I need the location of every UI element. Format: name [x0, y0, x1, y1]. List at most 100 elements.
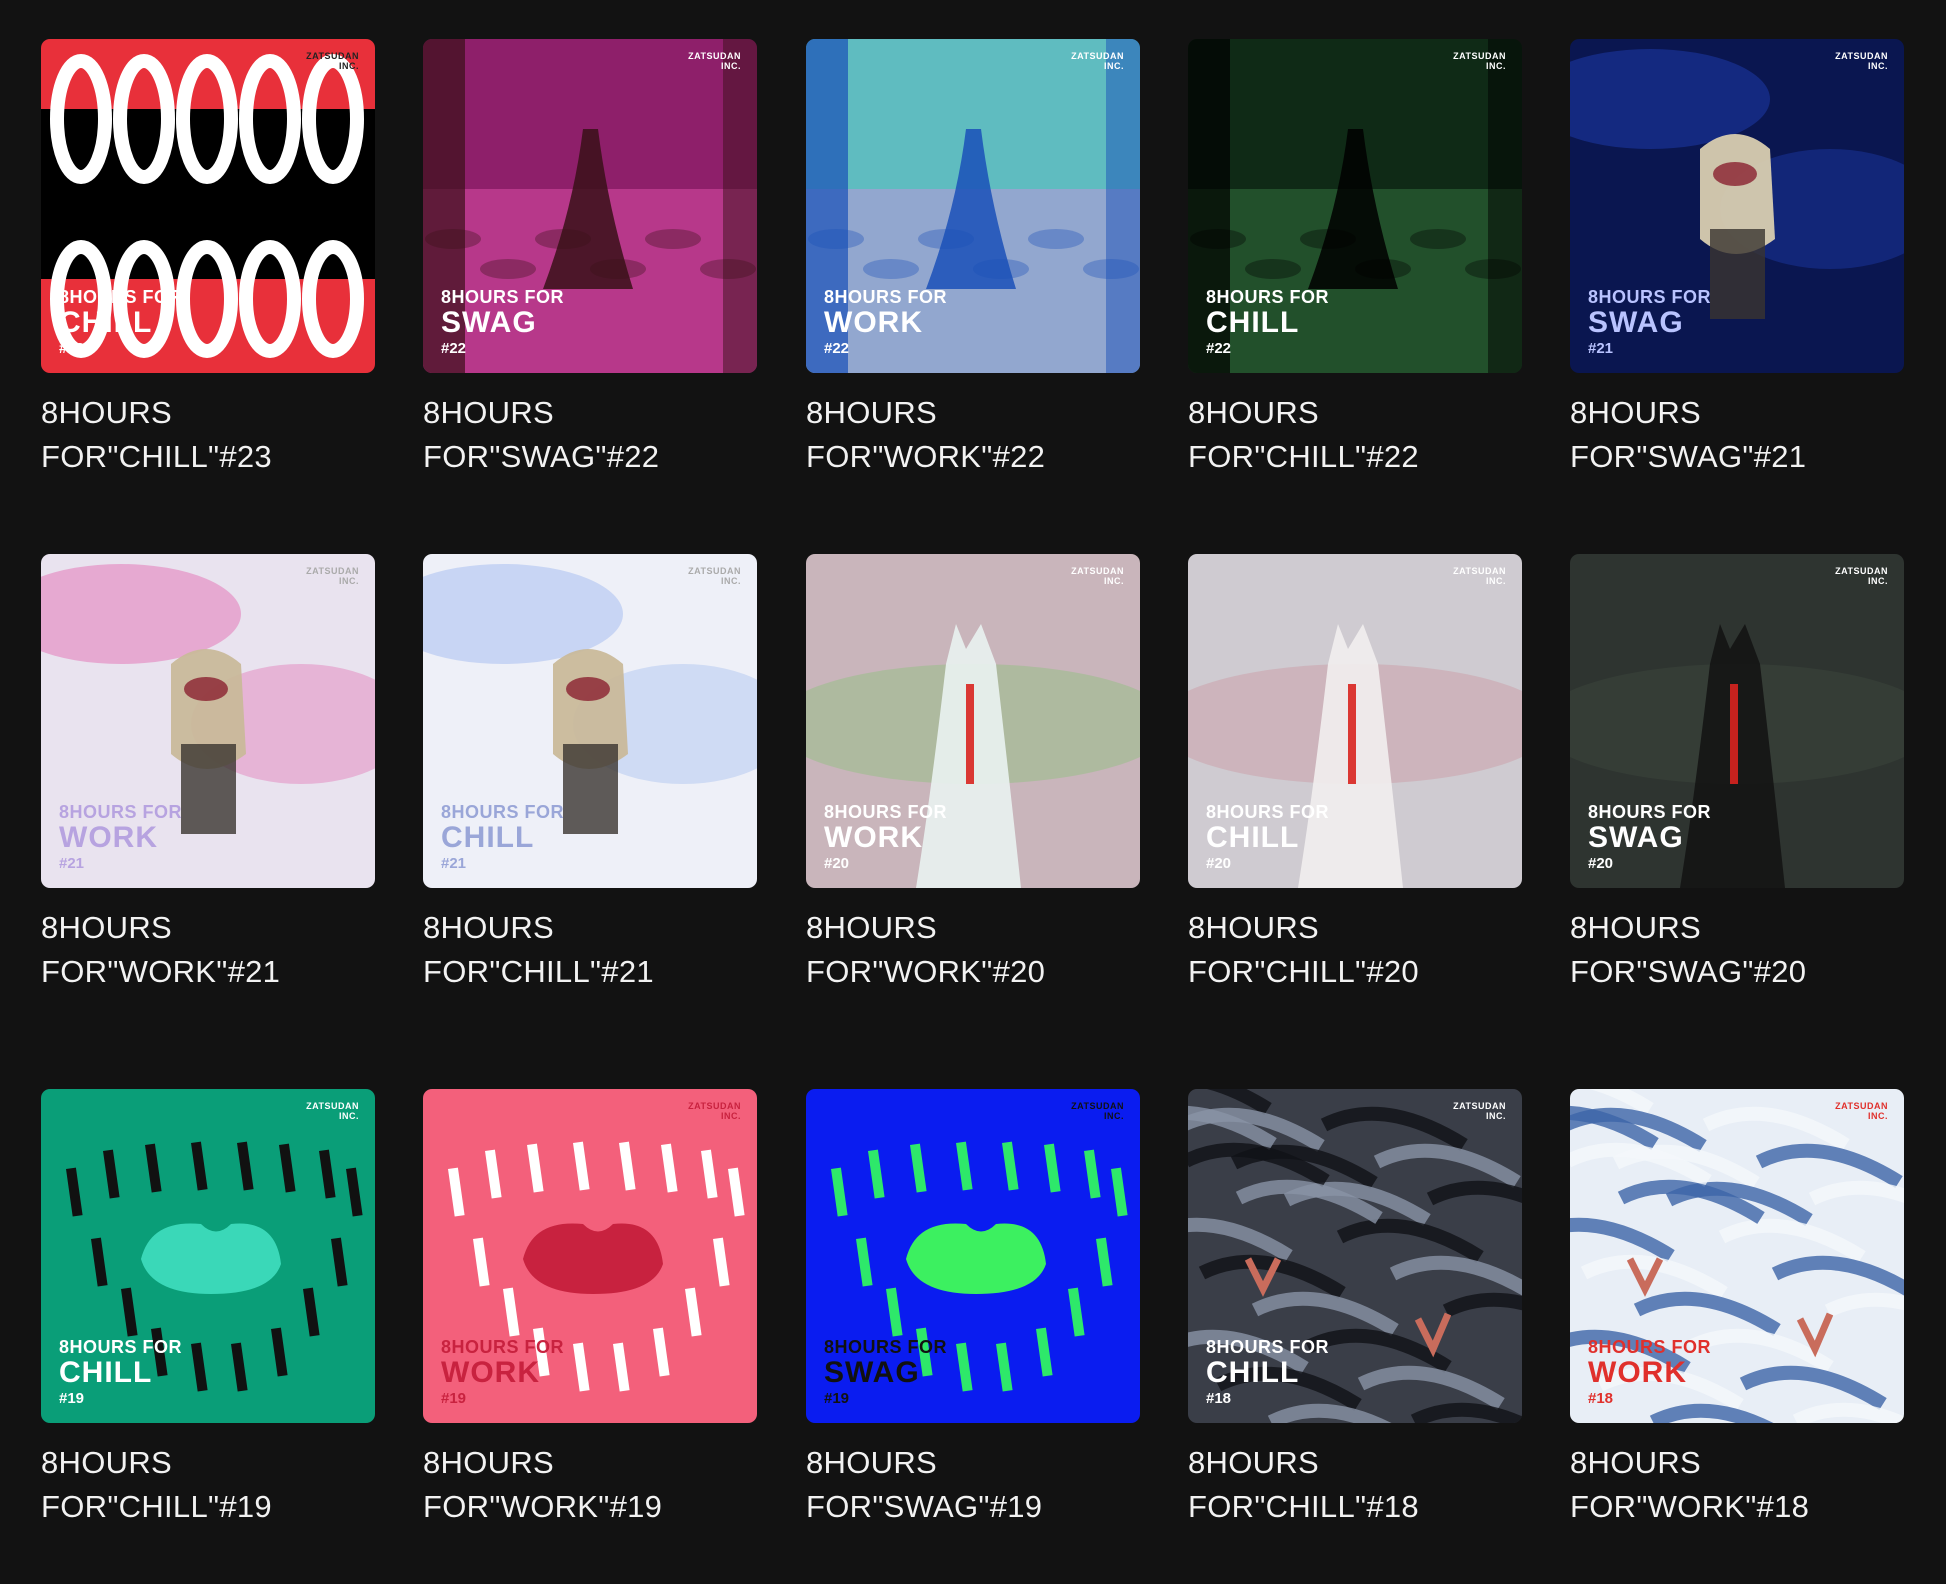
brand-line: ZATSUDAN: [1071, 1101, 1124, 1111]
album-card[interactable]: ZATSUDAN INC. 8HOURS FOR WORK #19 8HOURS FOR"W…: [423, 1089, 757, 1529]
album-title[interactable]: 8HOURS FOR"CHILL"#23: [41, 391, 375, 479]
cover-caption: 8HOURS FOR WORK #22: [824, 287, 947, 358]
album-title[interactable]: 8HOURS FOR"SWAG"#20: [1570, 906, 1904, 994]
cover-caption: 8HOURS FOR CHILL #23: [59, 287, 182, 358]
album-title[interactable]: 8HOURS FOR"WORK"#21: [41, 906, 375, 994]
album-title-line: FOR"SWAG"#22: [423, 439, 660, 474]
cover-caption-number: #20: [1206, 855, 1232, 872]
cover-caption-mood: SWAG: [1588, 821, 1684, 854]
brand-line: ZATSUDAN: [688, 566, 741, 576]
album-title-line: 8HOURS: [1570, 395, 1701, 430]
album-card[interactable]: ZATSUDAN INC. 8HOURS FOR CHILL #19 8HOURS FOR"…: [41, 1089, 375, 1529]
cover-caption: 8HOURS FOR WORK #21: [59, 802, 182, 873]
album-title[interactable]: 8HOURS FOR"SWAG"#22: [423, 391, 757, 479]
album-card[interactable]: ZATSUDAN INC. 8HOURS FOR SWAG #22 8HOURS FOR"S…: [423, 39, 757, 479]
album-cover[interactable]: ZATSUDAN INC. 8HOURS FOR SWAG #20: [1570, 554, 1904, 888]
album-cover[interactable]: ZATSUDAN INC. 8HOURS FOR WORK #18: [1570, 1089, 1904, 1423]
album-title[interactable]: 8HOURS FOR"CHILL"#19: [41, 1441, 375, 1529]
cover-caption-prefix: 8HOURS FOR: [824, 287, 948, 307]
cover-caption: 8HOURS FOR CHILL #22: [1206, 287, 1329, 358]
cover-caption-mood: CHILL: [441, 821, 535, 854]
brand-line: INC.: [721, 576, 741, 586]
album-title[interactable]: 8HOURS FOR"WORK"#18: [1570, 1441, 1904, 1529]
album-card[interactable]: ZATSUDAN INC. 8HOURS FOR WORK #18 8HOURS FOR"W…: [1570, 1089, 1904, 1529]
album-cover[interactable]: ZATSUDAN INC. 8HOURS FOR CHILL #21: [423, 554, 757, 888]
album-title-line: FOR"CHILL"#23: [41, 439, 272, 474]
cover-caption-number: #20: [824, 855, 850, 872]
cover-caption-prefix: 8HOURS FOR: [1206, 287, 1330, 307]
cover-caption: 8HOURS FOR WORK #18: [1588, 1337, 1711, 1408]
album-card[interactable]: ZATSUDAN INC. 8HOURS FOR WORK #20 8HOURS FOR"W…: [806, 554, 1140, 994]
brand-logo: ZATSUDAN INC.: [1835, 566, 1888, 586]
album-card[interactable]: ZATSUDAN INC. 8HOURS FOR CHILL #18 8HOURS FOR"…: [1188, 1089, 1522, 1529]
album-title[interactable]: 8HOURS FOR"WORK"#22: [806, 391, 1140, 479]
album-cover[interactable]: ZATSUDAN INC. 8HOURS FOR SWAG #22: [423, 39, 757, 373]
album-title[interactable]: 8HOURS FOR"WORK"#20: [806, 906, 1140, 994]
brand-line: ZATSUDAN: [1453, 566, 1506, 576]
album-title-line: FOR"SWAG"#21: [1570, 439, 1807, 474]
album-title[interactable]: 8HOURS FOR"CHILL"#20: [1188, 906, 1522, 994]
album-cover[interactable]: ZATSUDAN INC. 8HOURS FOR CHILL #20: [1188, 554, 1522, 888]
album-cover[interactable]: ZATSUDAN INC. 8HOURS FOR WORK #21: [41, 554, 375, 888]
album-card[interactable]: ZATSUDAN INC. 8HOURS FOR CHILL #21 8HOURS FOR"…: [423, 554, 757, 994]
brand-line: ZATSUDAN: [306, 51, 359, 61]
brand-logo: ZATSUDAN INC.: [306, 566, 359, 586]
cover-caption: 8HOURS FOR CHILL #18: [1206, 1337, 1329, 1408]
album-card[interactable]: ZATSUDAN INC. 8HOURS FOR CHILL #20 8HOURS FOR"…: [1188, 554, 1522, 994]
album-title[interactable]: 8HOURS FOR"WORK"#19: [423, 1441, 757, 1529]
album-title[interactable]: 8HOURS FOR"CHILL"#22: [1188, 391, 1522, 479]
brand-line: INC.: [1104, 61, 1124, 71]
brand-logo: ZATSUDAN INC.: [688, 1101, 741, 1121]
brand-logo: ZATSUDAN INC.: [1453, 566, 1506, 586]
cover-caption-number: #22: [1206, 340, 1232, 357]
brand-logo: ZATSUDAN INC.: [1071, 51, 1124, 71]
cover-caption-number: #19: [59, 1390, 85, 1407]
album-title-line: FOR"WORK"#22: [806, 439, 1046, 474]
cover-caption-prefix: 8HOURS FOR: [1588, 287, 1712, 307]
album-card[interactable]: ZATSUDAN INC. 8HOURS FOR WORK #21 8HOURS FOR"W…: [41, 554, 375, 994]
cover-caption-number: #22: [441, 340, 467, 357]
cover-caption-prefix: 8HOURS FOR: [1206, 802, 1330, 822]
album-title[interactable]: 8HOURS FOR"SWAG"#19: [806, 1441, 1140, 1529]
brand-logo: ZATSUDAN INC.: [688, 51, 741, 71]
brand-logo: ZATSUDAN INC.: [306, 1101, 359, 1121]
album-cover[interactable]: ZATSUDAN INC. 8HOURS FOR CHILL #18: [1188, 1089, 1522, 1423]
album-title[interactable]: 8HOURS FOR"CHILL"#18: [1188, 1441, 1522, 1529]
cover-caption-prefix: 8HOURS FOR: [1206, 1337, 1330, 1357]
cover-caption-prefix: 8HOURS FOR: [1588, 802, 1712, 822]
album-card[interactable]: ZATSUDAN INC. 8HOURS FOR WORK #22 8HOURS FOR"W…: [806, 39, 1140, 479]
brand-line: INC.: [1868, 61, 1888, 71]
cover-caption-mood: WORK: [441, 1356, 540, 1389]
album-cover[interactable]: ZATSUDAN INC. 8HOURS FOR SWAG #19: [806, 1089, 1140, 1423]
cover-caption-number: #21: [59, 855, 85, 872]
album-card[interactable]: ZATSUDAN INC. 8HOURS FOR CHILL #23 8HOURS FOR"…: [41, 39, 375, 479]
brand-line: INC.: [1486, 576, 1506, 586]
cover-caption-mood: WORK: [824, 821, 923, 854]
brand-line: ZATSUDAN: [1835, 51, 1888, 61]
album-title-line: 8HOURS: [423, 1445, 554, 1480]
cover-caption-number: #18: [1206, 1390, 1232, 1407]
cover-caption-prefix: 8HOURS FOR: [441, 287, 565, 307]
album-cover[interactable]: ZATSUDAN INC. 8HOURS FOR CHILL #22: [1188, 39, 1522, 373]
cover-caption: 8HOURS FOR WORK #20: [824, 802, 947, 873]
cover-caption-prefix: 8HOURS FOR: [441, 802, 565, 822]
album-cover[interactable]: ZATSUDAN INC. 8HOURS FOR SWAG #21: [1570, 39, 1904, 373]
brand-line: INC.: [1868, 1111, 1888, 1121]
album-card[interactable]: ZATSUDAN INC. 8HOURS FOR SWAG #19 8HOURS FOR"S…: [806, 1089, 1140, 1529]
album-card[interactable]: ZATSUDAN INC. 8HOURS FOR SWAG #21 8HOURS FOR"S…: [1570, 39, 1904, 479]
cover-caption-number: #19: [824, 1390, 850, 1407]
album-card[interactable]: ZATSUDAN INC. 8HOURS FOR SWAG #20 8HOURS FOR"S…: [1570, 554, 1904, 994]
brand-line: ZATSUDAN: [1453, 1101, 1506, 1111]
cover-caption-number: #23: [59, 340, 85, 357]
album-cover[interactable]: ZATSUDAN INC. 8HOURS FOR WORK #19: [423, 1089, 757, 1423]
brand-line: ZATSUDAN: [1071, 51, 1124, 61]
cover-caption: 8HOURS FOR WORK #19: [441, 1337, 564, 1408]
album-cover[interactable]: ZATSUDAN INC. 8HOURS FOR CHILL #19: [41, 1089, 375, 1423]
album-title-line: FOR"WORK"#19: [423, 1489, 663, 1524]
album-title[interactable]: 8HOURS FOR"SWAG"#21: [1570, 391, 1904, 479]
album-title[interactable]: 8HOURS FOR"CHILL"#21: [423, 906, 757, 994]
album-cover[interactable]: ZATSUDAN INC. 8HOURS FOR WORK #22: [806, 39, 1140, 373]
album-card[interactable]: ZATSUDAN INC. 8HOURS FOR CHILL #22 8HOURS FOR"…: [1188, 39, 1522, 479]
album-cover[interactable]: ZATSUDAN INC. 8HOURS FOR CHILL #23: [41, 39, 375, 373]
album-cover[interactable]: ZATSUDAN INC. 8HOURS FOR WORK #20: [806, 554, 1140, 888]
